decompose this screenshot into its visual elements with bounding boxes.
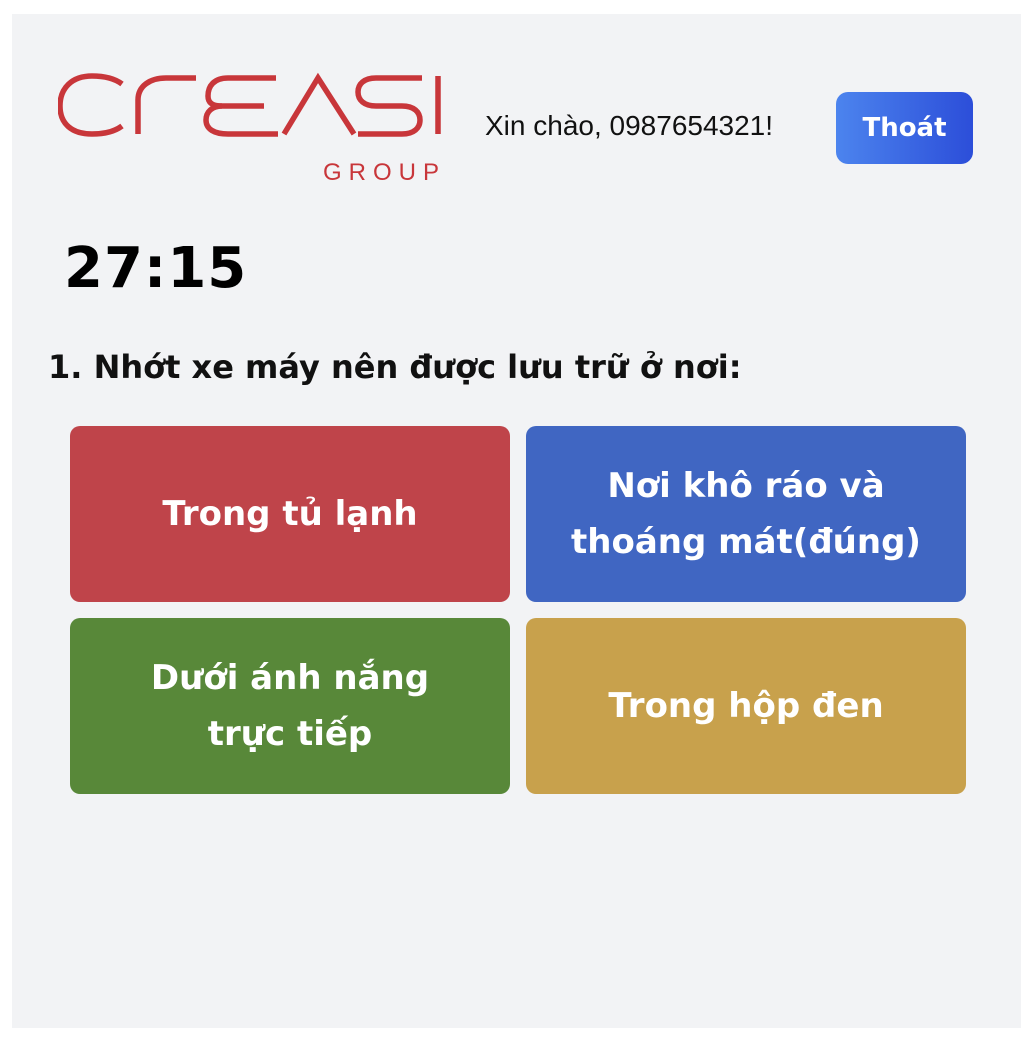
logo-subtitle: GROUP	[323, 159, 446, 184]
countdown-timer: 27:15	[64, 236, 248, 301]
answer-option-1[interactable]: Trong tủ lạnh	[70, 426, 510, 602]
answer-grid: Trong tủ lạnh Nơi khô ráo và thoáng mát(…	[70, 426, 966, 794]
header: GROUP Xin chào, 0987654321! Thoát	[12, 14, 1021, 214]
quiz-panel: GROUP Xin chào, 0987654321! Thoát 27:15 …	[12, 14, 1021, 1028]
logout-button[interactable]: Thoát	[836, 92, 973, 164]
question-text: 1. Nhớt xe máy nên được lưu trữ ở nơi:	[48, 348, 742, 386]
greeting-text: Xin chào, 0987654321!	[485, 110, 774, 141]
answer-option-2[interactable]: Nơi khô ráo và thoáng mát(đúng)	[526, 426, 966, 602]
answer-option-4[interactable]: Trong hộp đen	[526, 618, 966, 794]
creasia-group-logo: GROUP	[58, 72, 448, 184]
answer-option-3[interactable]: Dưới ánh nắng trực tiếp	[70, 618, 510, 794]
